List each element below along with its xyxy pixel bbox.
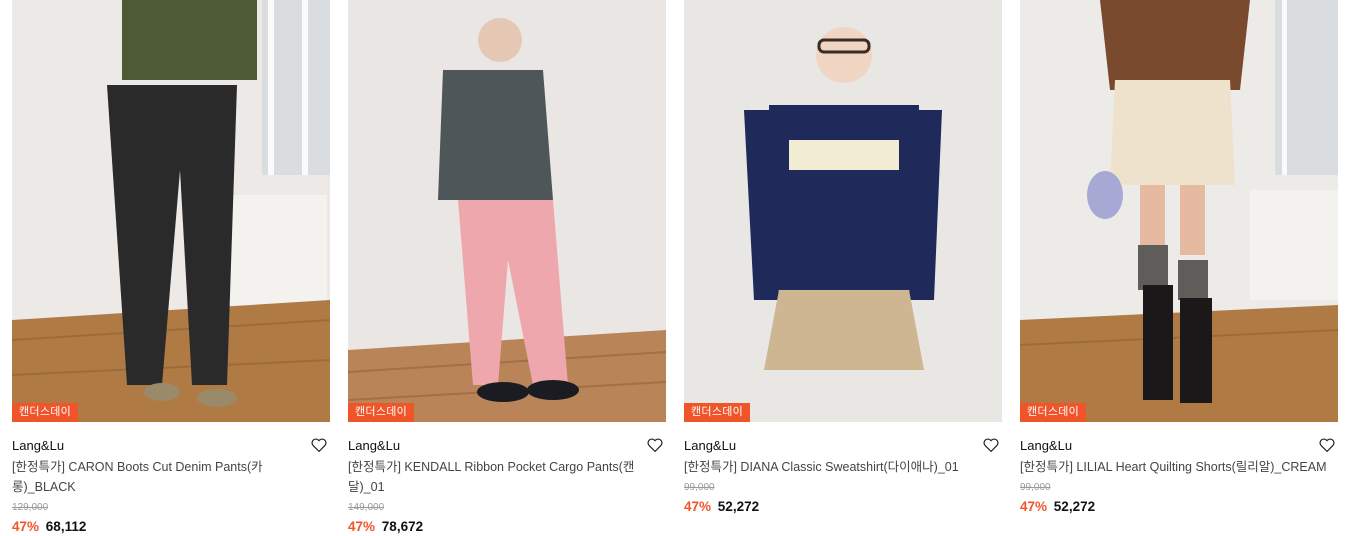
product-photo-sweatshirt: [684, 0, 1002, 422]
promo-badge: 캔더스데이: [12, 403, 79, 422]
product-title[interactable]: [한정특가] KENDALL Ribbon Pocket Cargo Pants…: [348, 457, 666, 497]
sale-price: 78,672: [381, 519, 424, 534]
original-price: 129,000: [12, 502, 49, 513]
heart-outline-icon[interactable]: [646, 436, 664, 454]
product-card[interactable]: 캔더스데이 Lang&Lu [한정특가] DIANA Classic Sweat…: [684, 0, 1002, 536]
heart-outline-icon[interactable]: [310, 436, 328, 454]
product-card[interactable]: 캔더스데이 Lang&Lu [한정특가] KENDALL Ribbon Pock…: [348, 0, 666, 536]
promo-badge: 캔더스데이: [348, 403, 415, 422]
sale-price: 52,272: [717, 499, 760, 514]
product-card[interactable]: 캔더스데이 Lang&Lu [한정특가] CARON Boots Cut Den…: [12, 0, 330, 536]
heart-outline-icon[interactable]: [982, 436, 1000, 454]
product-card[interactable]: 캔더스데이 Lang&Lu [한정특가] LILIAL Heart Quilti…: [1020, 0, 1338, 536]
promo-badge: 캔더스데이: [1020, 403, 1087, 422]
discount-rate: 47%: [1020, 499, 1048, 514]
product-photo-cargo: [348, 0, 666, 422]
original-price: 149,000: [348, 502, 385, 513]
discount-rate: 47%: [348, 519, 376, 534]
sale-price: 68,112: [45, 519, 87, 534]
product-image[interactable]: 캔더스데이: [348, 0, 666, 422]
product-photo-denim: [12, 0, 330, 422]
brand-name[interactable]: Lang&Lu: [1020, 438, 1072, 453]
product-image[interactable]: 캔더스데이: [684, 0, 1002, 422]
heart-outline-icon[interactable]: [1318, 436, 1336, 454]
discount-rate: 47%: [684, 499, 712, 514]
product-photo-shorts: [1020, 0, 1338, 422]
product-image[interactable]: 캔더스데이: [1020, 0, 1338, 422]
product-grid: 캔더스데이 Lang&Lu [한정특가] CARON Boots Cut Den…: [12, 0, 1339, 536]
sale-price: 52,272: [1053, 499, 1096, 514]
product-image[interactable]: 캔더스데이: [12, 0, 330, 422]
brand-name[interactable]: Lang&Lu: [348, 438, 400, 453]
product-title[interactable]: [한정특가] DIANA Classic Sweatshirt(다이애나)_01: [684, 457, 1002, 477]
product-title[interactable]: [한정특가] CARON Boots Cut Denim Pants(카롱)_B…: [12, 457, 330, 497]
original-price: 99,000: [1020, 482, 1051, 493]
original-price: 99,000: [684, 482, 715, 493]
product-title[interactable]: [한정특가] LILIAL Heart Quilting Shorts(릴리알)…: [1020, 457, 1338, 477]
discount-rate: 47%: [12, 519, 40, 534]
brand-name[interactable]: Lang&Lu: [684, 438, 736, 453]
promo-badge: 캔더스데이: [684, 403, 751, 422]
brand-name[interactable]: Lang&Lu: [12, 438, 64, 453]
